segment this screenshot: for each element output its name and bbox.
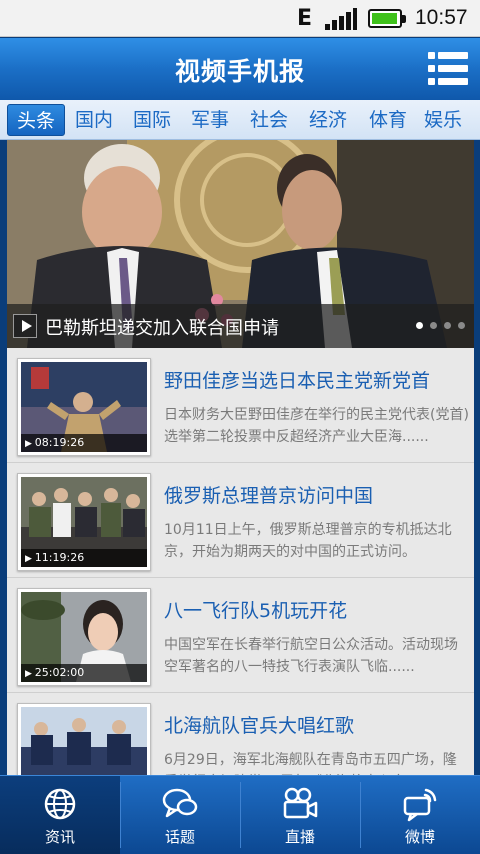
title-bar: 视频手机报	[0, 38, 480, 100]
hero-banner[interactable]: 巴勒斯坦递交加入联合国申请	[7, 140, 474, 348]
news-content[interactable]: 巴勒斯坦递交加入联合国申请 08:1	[7, 140, 474, 775]
news-title: 野田佳彦当选日本民主党新党首	[164, 370, 431, 392]
carousel-pager	[416, 322, 468, 330]
pager-dot	[416, 322, 423, 329]
video-thumbnail[interactable]: 25:02:00	[17, 588, 151, 686]
tab-society[interactable]: 社会	[240, 104, 298, 136]
news-title: 俄罗斯总理普京访问中国	[164, 485, 374, 507]
pager-dot	[444, 322, 451, 329]
news-summary: 中国空军在长春举行航空日公众活动。活动现场空军著名的八一特技飞行表演队飞临...…	[164, 637, 458, 675]
tab-sports[interactable]: 体育	[359, 104, 417, 136]
news-item[interactable]: 25:02:00 八一飞行队5机玩开花 中国空军在长春举行航空日公众活动。活动现…	[7, 578, 474, 693]
play-icon[interactable]	[13, 314, 37, 338]
list-menu-button[interactable]	[428, 52, 468, 86]
video-thumbnail[interactable]: 11:19:26	[17, 473, 151, 571]
nav-weibo[interactable]: 微博	[360, 776, 480, 854]
news-title: 北海航队官兵大唱红歌	[164, 715, 355, 737]
nav-live[interactable]: 直播	[240, 776, 360, 854]
news-title: 八一飞行队5机玩开花	[164, 600, 348, 622]
video-duration: 08:19:26	[21, 434, 147, 452]
news-summary: 10月11日上午，俄罗斯总理普京的专机抵达北京，开始为期两天的对中国的正式访问。	[164, 522, 452, 560]
tab-military[interactable]: 军事	[181, 104, 239, 136]
bottom-navigation: 资讯 话题 直播 微博	[0, 775, 480, 854]
nav-news[interactable]: 资讯	[0, 776, 120, 854]
globe-icon	[44, 788, 76, 820]
news-item[interactable]: 北海航队官兵大唱红歌 6月29日，海军北海舰队在青岛市五四广场，隆重举行庆祝建党…	[7, 693, 474, 775]
pager-dot	[430, 322, 437, 329]
news-item[interactable]: 08:19:26 野田佳彦当选日本民主党新党首 日本财务大臣野田佳彦在举行的民主…	[7, 348, 474, 463]
clock: 10:57	[415, 6, 468, 29]
nav-label: 微博	[404, 828, 435, 846]
nav-label: 直播	[284, 828, 315, 846]
pager-dot	[458, 322, 465, 329]
chat-bubble-icon	[162, 788, 198, 818]
video-camera-icon	[283, 787, 318, 819]
tab-domestic[interactable]: 国内	[65, 104, 123, 136]
news-item[interactable]: 11:19:26 俄罗斯总理普京访问中国 10月11日上午，俄罗斯总理普京的专机…	[7, 463, 474, 578]
tab-entertainment[interactable]: 娱乐	[414, 104, 472, 136]
news-summary: 日本财务大臣野田佳彦在举行的民主党代表(党首)选举第二轮投票中反超经济产业大臣海…	[164, 407, 469, 445]
tab-international[interactable]: 国际	[123, 104, 181, 136]
news-summary: 6月29日，海军北海舰队在青岛市五四广场，隆重举行庆祝建党90周年《北海将士心向…	[164, 752, 457, 775]
nav-topics[interactable]: 话题	[120, 776, 240, 854]
nav-label: 话题	[164, 828, 195, 846]
network-type: E	[297, 6, 313, 31]
hero-title: 巴勒斯坦递交加入联合国申请	[45, 318, 279, 339]
category-tabs: 头条 国内 国际 军事 社会 经济 体育 娱乐	[0, 100, 480, 140]
hero-caption[interactable]: 巴勒斯坦递交加入联合国申请	[7, 304, 474, 348]
microblog-icon	[403, 788, 437, 822]
signal-icon	[325, 8, 357, 30]
video-duration: 25:02:00	[21, 664, 147, 682]
video-thumbnail[interactable]: 08:19:26	[17, 358, 151, 456]
app-title: 视频手机报	[174, 57, 305, 86]
tab-economy[interactable]: 经济	[299, 104, 357, 136]
video-duration: 11:19:26	[21, 549, 147, 567]
video-thumbnail[interactable]	[17, 703, 151, 775]
battery-icon	[368, 9, 406, 28]
tab-headline[interactable]: 头条	[7, 104, 65, 136]
status-bar: E 10:57	[0, 0, 480, 37]
thumbnail-image	[21, 707, 147, 775]
nav-label: 资讯	[44, 828, 75, 846]
